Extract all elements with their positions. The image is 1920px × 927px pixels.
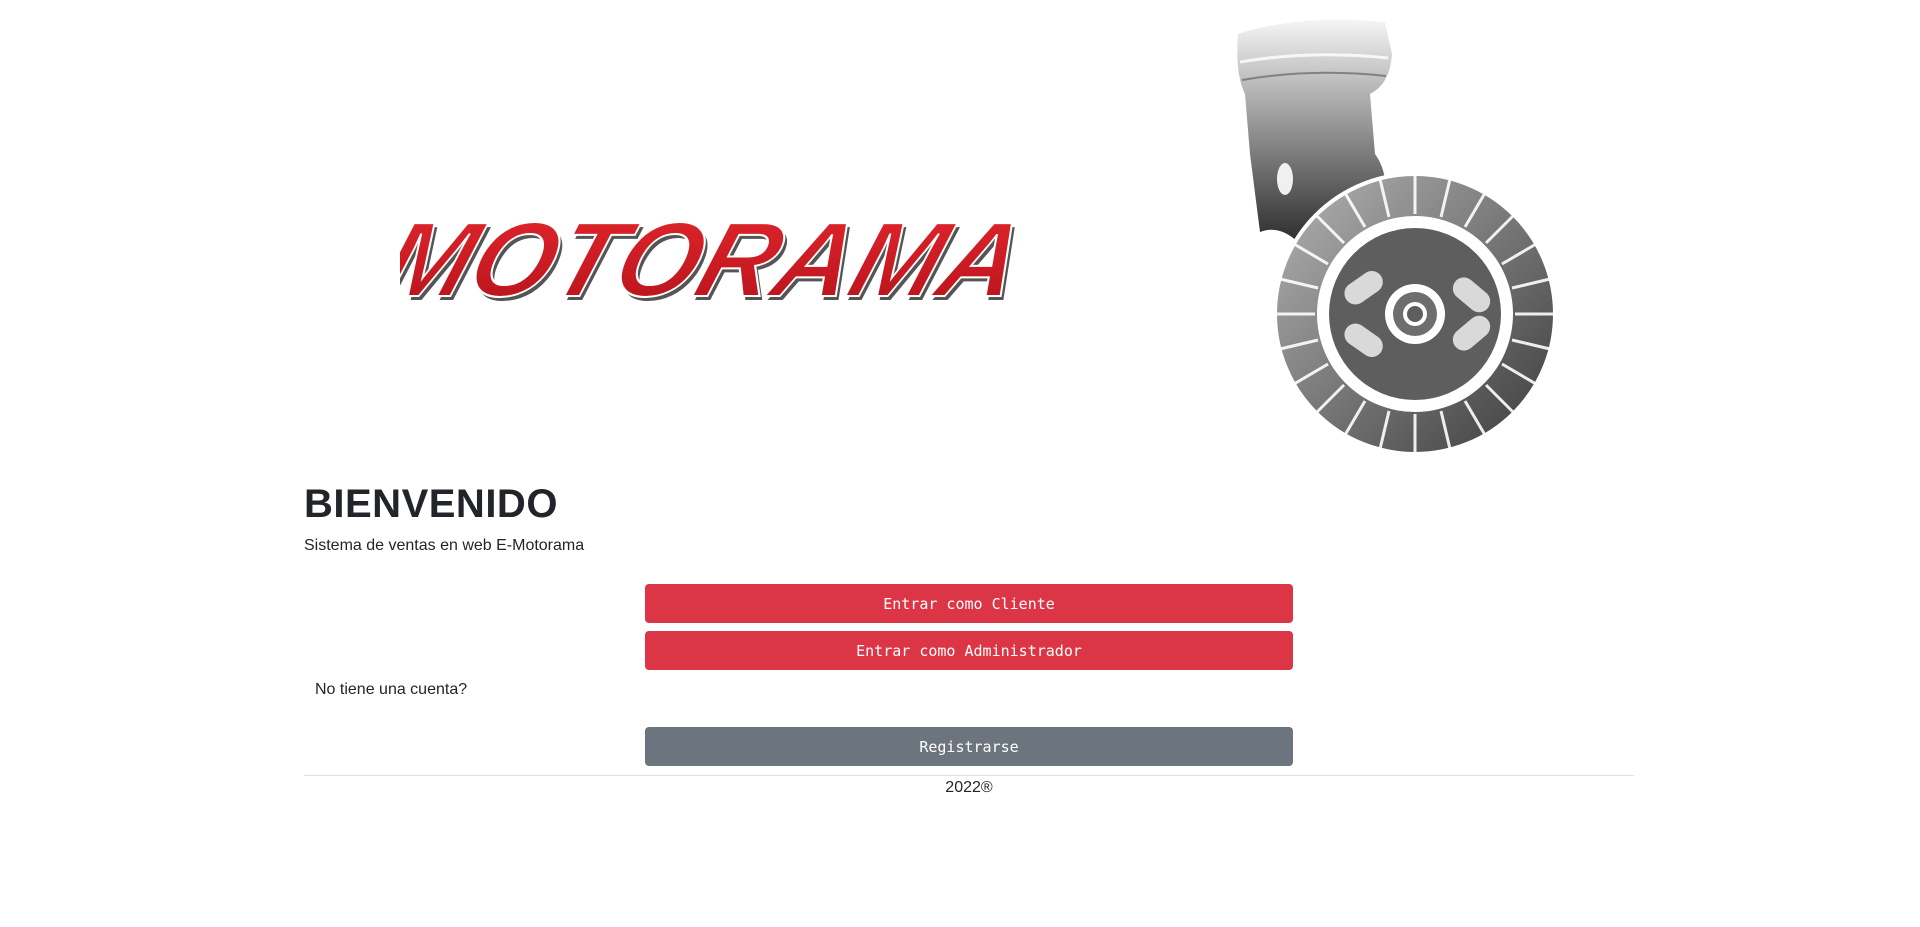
- motorama-logo: MOTORAMA MOTORAMA: [400, 14, 1570, 454]
- page-title: BIENVENIDO: [304, 482, 558, 526]
- login-admin-button[interactable]: Entrar como Administrador: [645, 631, 1293, 670]
- page-subtitle: Sistema de ventas en web E-Motorama: [304, 537, 585, 554]
- login-page: MOTORAMA MOTORAMA BIENVENIDO Sistema de …: [0, 0, 1920, 927]
- no-account-text: No tiene una cuenta?: [315, 681, 468, 698]
- footer-divider: [304, 775, 1634, 776]
- footer-copyright: 2022®: [945, 779, 993, 796]
- welcome-section: BIENVENIDO Sistema de ventas en web E-Mo…: [304, 480, 1634, 556]
- login-client-button[interactable]: Entrar como Cliente: [645, 584, 1293, 623]
- logo-text: MOTORAMA: [400, 201, 1039, 319]
- register-button[interactable]: Registrarse: [645, 727, 1293, 766]
- piston-clutch-logo-icon: MOTORAMA MOTORAMA: [400, 19, 1557, 454]
- motorama-wordmark: MOTORAMA MOTORAMA: [400, 200, 1042, 323]
- clutch-disc-icon: [1273, 172, 1557, 454]
